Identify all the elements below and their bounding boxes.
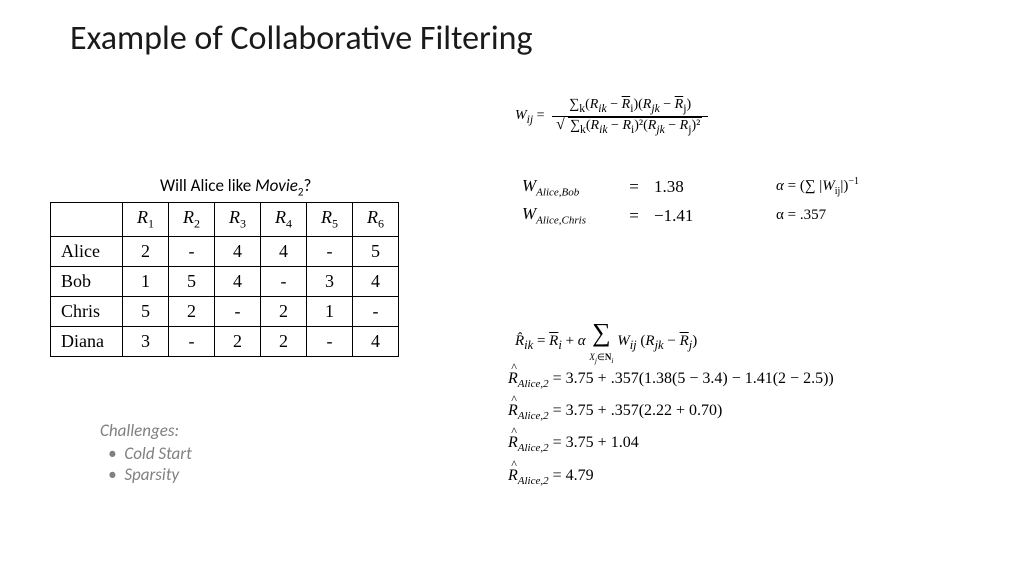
header-r2: R2 — [168, 203, 214, 237]
rhat-symbol: R — [508, 402, 518, 420]
cell: - — [168, 326, 214, 356]
cell: - — [306, 326, 352, 356]
header-blank — [51, 203, 123, 237]
w-sub: Alice,Bob — [536, 186, 579, 198]
cell: 5 — [352, 236, 398, 266]
w-value: −1.41 — [646, 206, 693, 226]
cell: 2 — [214, 326, 260, 356]
cell: 5 — [122, 296, 168, 326]
challenges-header: Challenges: — [100, 420, 192, 441]
weight-alice-chris: WAlice,Chris = −1.41 — [522, 204, 693, 226]
ratings-table: R1 R2 R3 R4 R5 R6 Alice 2 - 4 4 - 5 Bob … — [50, 202, 399, 357]
question-movie: Movie — [255, 175, 298, 196]
w-symbol: W — [522, 176, 536, 195]
w-symbol: W — [522, 204, 536, 223]
cell: 4 — [260, 236, 306, 266]
cell: - — [306, 236, 352, 266]
cell: 5 — [168, 266, 214, 296]
challenge-item: Cold Start — [108, 443, 192, 464]
slide-title: Example of Collaborative Filtering — [70, 18, 533, 59]
cell: 4 — [352, 266, 398, 296]
rhat-sub: Alice,2 — [518, 475, 549, 487]
rhat-sub: Alice,2 — [518, 443, 549, 455]
cell: - — [168, 236, 214, 266]
alpha-value: α = .357 — [776, 207, 859, 224]
rhat-symbol: R — [508, 467, 518, 485]
cell: 4 — [214, 266, 260, 296]
rhat-symbol: R — [508, 434, 518, 452]
alpha-formula: α = (∑ |Wij|)−1 — [776, 176, 859, 197]
weight-alice-bob: WAlice,Bob = 1.38 — [522, 176, 693, 198]
challenges-list: Cold Start Sparsity — [108, 443, 192, 485]
calc-rhs: = 4.79 — [553, 467, 594, 484]
weight-formula: Wij = ∑k(Rik − Ri)(Rjk − Rj) ∑k(Rik − Ri… — [515, 98, 708, 136]
row-name: Diana — [51, 326, 123, 356]
calc-rhs: = 3.75 + .357(2.22 + 0.70) — [553, 402, 723, 419]
cell: 1 — [122, 266, 168, 296]
header-r6: R6 — [352, 203, 398, 237]
table-row: Alice 2 - 4 4 - 5 — [51, 236, 399, 266]
cell: 2 — [168, 296, 214, 326]
weight-values: WAlice,Bob = 1.38 WAlice,Chris = −1.41 — [522, 176, 693, 233]
calc-line: RAlice,2 = 3.75 + 1.04 — [508, 434, 834, 454]
calc-line: RAlice,2 = 4.79 — [508, 467, 834, 487]
header-r3: R3 — [214, 203, 260, 237]
cell: 1 — [306, 296, 352, 326]
challenge-item: Sparsity — [108, 464, 192, 485]
calc-rhs: = 3.75 + 1.04 — [553, 434, 639, 451]
rhat-sub: Alice,2 — [518, 410, 549, 422]
question-prefix: Will Alice like — [160, 175, 255, 196]
cell: - — [260, 266, 306, 296]
calc-line: RAlice,2 = 3.75 + .357(1.38(5 − 3.4) − 1… — [508, 370, 834, 390]
cell: 4 — [352, 326, 398, 356]
slide: Example of Collaborative Filtering Will … — [0, 0, 1024, 576]
cell: 3 — [122, 326, 168, 356]
cell: 2 — [260, 296, 306, 326]
cell: - — [352, 296, 398, 326]
header-r4: R4 — [260, 203, 306, 237]
row-name: Chris — [51, 296, 123, 326]
w-value: 1.38 — [646, 177, 684, 197]
rhat-sub: Alice,2 — [518, 378, 549, 390]
table-row: Bob 1 5 4 - 3 4 — [51, 266, 399, 296]
alpha-block: α = (∑ |Wij|)−1 α = .357 — [776, 176, 859, 234]
header-r1: R1 — [122, 203, 168, 237]
cell: 2 — [260, 326, 306, 356]
cell: 3 — [306, 266, 352, 296]
calculation-steps: RAlice,2 = 3.75 + .357(1.38(5 − 3.4) − 1… — [508, 370, 834, 499]
table-header-row: R1 R2 R3 R4 R5 R6 — [51, 203, 399, 237]
rhat-formula: R̂ik = Ri + α ∑ Xj∈Ni Wij (Rjk − Rj) — [515, 318, 697, 365]
table-row: Chris 5 2 - 2 1 - — [51, 296, 399, 326]
row-name: Bob — [51, 266, 123, 296]
challenges-block: Challenges: Cold Start Sparsity — [100, 420, 192, 485]
question-text: Will Alice like Movie2? — [160, 175, 311, 198]
cell: 4 — [214, 236, 260, 266]
rhat-symbol: R — [508, 370, 518, 388]
cell: 2 — [122, 236, 168, 266]
row-name: Alice — [51, 236, 123, 266]
header-r5: R5 — [306, 203, 352, 237]
table-row: Diana 3 - 2 2 - 4 — [51, 326, 399, 356]
w-sub: Alice,Chris — [536, 215, 586, 227]
cell: - — [214, 296, 260, 326]
question-suffix: ? — [303, 175, 311, 196]
calc-line: RAlice,2 = 3.75 + .357(2.22 + 0.70) — [508, 402, 834, 422]
calc-rhs: = 3.75 + .357(1.38(5 − 3.4) − 1.41(2 − 2… — [553, 370, 834, 387]
